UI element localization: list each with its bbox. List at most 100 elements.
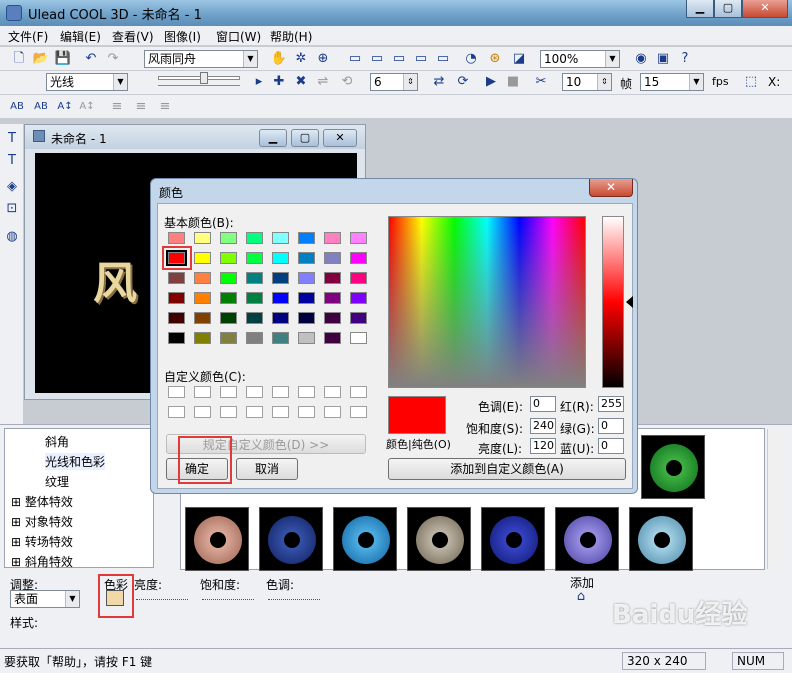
- custom-color-swatch[interactable]: [272, 386, 289, 398]
- add-key-icon[interactable]: ✚: [270, 73, 288, 91]
- thumbnail[interactable]: [185, 507, 249, 571]
- blue-input[interactable]: 0: [598, 438, 624, 454]
- basic-color-swatch[interactable]: [220, 292, 237, 304]
- tree-item-bevel-effects[interactable]: ⊞ 斜角特效: [11, 553, 73, 570]
- color-spectrum[interactable]: [388, 216, 586, 388]
- basic-color-swatch[interactable]: [246, 292, 263, 304]
- basic-color-swatch[interactable]: [220, 252, 237, 264]
- timeline-slider[interactable]: [158, 76, 240, 80]
- custom-color-swatch[interactable]: [350, 406, 367, 418]
- next-key-icon[interactable]: ▸: [250, 73, 268, 91]
- layout1-icon[interactable]: ▭: [346, 50, 364, 68]
- menu-window[interactable]: 窗口(W): [216, 28, 261, 45]
- layout5-icon[interactable]: ▭: [434, 50, 452, 68]
- basic-color-swatch[interactable]: [194, 292, 211, 304]
- doc-minimize-button[interactable]: ▁: [259, 129, 287, 147]
- basic-color-swatch[interactable]: [272, 332, 289, 344]
- sphere-icon[interactable]: ◔: [462, 50, 480, 68]
- lum-input[interactable]: 120: [530, 438, 556, 454]
- layout3-icon[interactable]: ▭: [390, 50, 408, 68]
- basic-color-swatch[interactable]: [272, 292, 289, 304]
- curve-select[interactable]: 光线 ▼: [46, 73, 128, 91]
- canvas-text[interactable]: 风: [93, 247, 137, 311]
- undo-icon[interactable]: ↶: [82, 50, 100, 68]
- luminance-pointer-icon[interactable]: [626, 296, 633, 308]
- zoom-fit-icon[interactable]: ⊕: [314, 50, 332, 68]
- basic-color-swatch[interactable]: [194, 252, 211, 264]
- timeline-thumb[interactable]: [200, 72, 208, 84]
- sat-input[interactable]: 240: [530, 418, 556, 434]
- minimize-button[interactable]: ▁: [686, 0, 714, 18]
- text-size-down-icon[interactable]: AB: [32, 98, 50, 116]
- menu-edit[interactable]: 编辑(E): [60, 28, 101, 45]
- custom-color-swatch[interactable]: [168, 386, 185, 398]
- custom-color-swatch[interactable]: [194, 386, 211, 398]
- basic-color-swatch[interactable]: [298, 272, 315, 284]
- custom-color-swatch[interactable]: [220, 406, 237, 418]
- basic-color-swatch[interactable]: [168, 312, 185, 324]
- basic-color-swatch[interactable]: [350, 312, 367, 324]
- custom-color-swatch[interactable]: [298, 386, 315, 398]
- basic-color-swatch[interactable]: [246, 232, 263, 244]
- insert-graphic-icon[interactable]: ⊡: [3, 200, 21, 218]
- tree-item-transition-effects[interactable]: ⊞ 转场特效: [11, 533, 73, 550]
- basic-color-swatch[interactable]: [246, 332, 263, 344]
- layout2-icon[interactable]: ▭: [368, 50, 386, 68]
- basic-color-swatch[interactable]: [246, 252, 263, 264]
- close-button[interactable]: ✕: [742, 0, 788, 18]
- basic-color-swatch[interactable]: [168, 332, 185, 344]
- basic-color-swatch[interactable]: [298, 332, 315, 344]
- custom-color-swatch[interactable]: [272, 406, 289, 418]
- basic-color-swatch[interactable]: [168, 292, 185, 304]
- align-center-icon[interactable]: ≡: [132, 98, 150, 116]
- custom-color-swatch[interactable]: [324, 406, 341, 418]
- tree-item-bevel[interactable]: 斜角: [45, 433, 69, 450]
- basic-color-swatch[interactable]: [246, 272, 263, 284]
- luminance-slider[interactable]: [602, 216, 624, 388]
- frame-spinner[interactable]: 10 ⇕: [562, 73, 612, 91]
- edit-text-icon[interactable]: T: [3, 152, 21, 170]
- fps-select[interactable]: 15 ▼: [640, 73, 704, 91]
- stop-icon[interactable]: ■: [504, 73, 522, 91]
- align-left-icon[interactable]: ≡: [108, 98, 126, 116]
- tree-item-light-color[interactable]: 光线和色彩: [45, 453, 106, 470]
- basic-color-swatch[interactable]: [246, 312, 263, 324]
- basic-color-swatch[interactable]: [220, 272, 237, 284]
- remove-key-icon[interactable]: ✖: [292, 73, 310, 91]
- custom-color-swatch[interactable]: [350, 386, 367, 398]
- basic-color-swatch[interactable]: [220, 232, 237, 244]
- basic-color-swatch[interactable]: [298, 292, 315, 304]
- thumbnail[interactable]: [629, 507, 693, 571]
- line-spacing-icon[interactable]: A↕: [78, 98, 96, 116]
- menu-file[interactable]: 文件(F): [8, 28, 48, 45]
- add-icon[interactable]: ⌂: [572, 588, 590, 606]
- custom-color-swatch[interactable]: [298, 406, 315, 418]
- basic-color-swatch[interactable]: [350, 272, 367, 284]
- thumbnail[interactable]: [407, 507, 471, 571]
- brightness-slider[interactable]: [136, 594, 188, 600]
- basic-color-swatch[interactable]: [324, 252, 341, 264]
- doc-maximize-button[interactable]: ▢: [291, 129, 319, 147]
- dialog-close-button[interactable]: ✕: [589, 179, 633, 197]
- font-select[interactable]: 风雨同舟 ▼: [144, 50, 258, 68]
- chart-icon[interactable]: ◪: [510, 50, 528, 68]
- custom-color-swatch[interactable]: [324, 386, 341, 398]
- basic-color-swatch[interactable]: [350, 232, 367, 244]
- basic-color-swatch[interactable]: [168, 272, 185, 284]
- save-icon[interactable]: 💾: [54, 50, 72, 68]
- hue-slider[interactable]: [268, 594, 320, 600]
- surface-select[interactable]: 表面 ▼: [10, 590, 80, 608]
- align-right-icon[interactable]: ≡: [156, 98, 174, 116]
- gallery-scrollbar[interactable]: [767, 429, 783, 569]
- custom-color-swatch[interactable]: [246, 386, 263, 398]
- insert-text-icon[interactable]: T: [3, 130, 21, 148]
- redo-icon[interactable]: ↷: [104, 50, 122, 68]
- loop-icon[interactable]: ⇄: [430, 73, 448, 91]
- basic-color-swatch[interactable]: [350, 332, 367, 344]
- basic-color-swatch[interactable]: [324, 292, 341, 304]
- hand-icon[interactable]: ✋: [270, 50, 288, 68]
- reverse-icon[interactable]: ⟲: [338, 73, 356, 91]
- thumbnail[interactable]: [481, 507, 545, 571]
- basic-color-swatch[interactable]: [272, 252, 289, 264]
- thumbnail[interactable]: [259, 507, 323, 571]
